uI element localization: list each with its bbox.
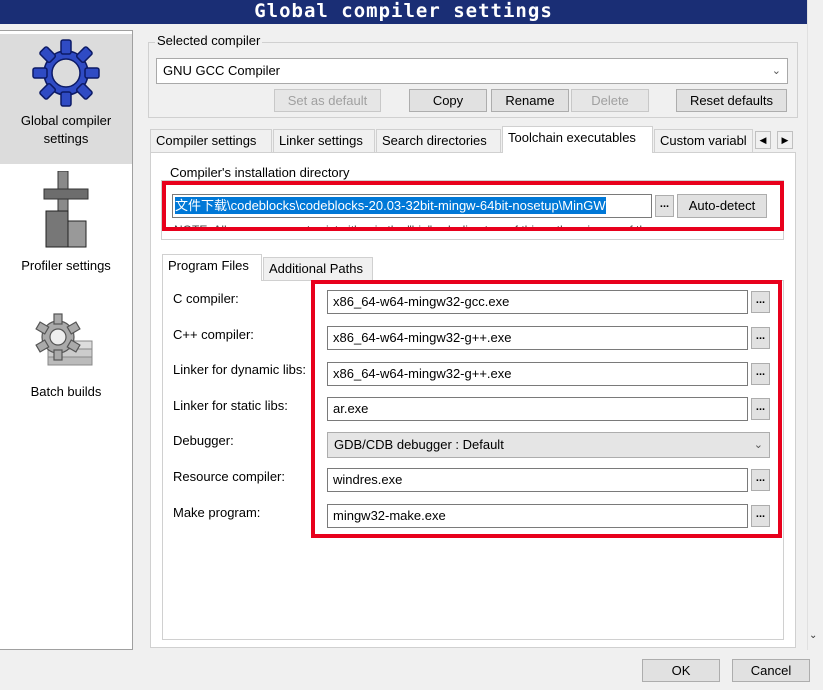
tab-linker-settings[interactable]: Linker settings xyxy=(273,129,375,153)
make-program-browse-button[interactable]: ... xyxy=(751,505,770,527)
sidebar: Global compiler settings Profiler settin… xyxy=(0,30,133,650)
tab-custom-variables[interactable]: Custom variabl xyxy=(654,129,753,153)
static-linker-browse-button[interactable]: ... xyxy=(751,398,770,420)
ok-button[interactable]: OK xyxy=(642,659,720,682)
make-program-input[interactable]: mingw32-make.exe xyxy=(327,504,748,528)
sidebar-item-label: Profiler settings xyxy=(21,258,111,273)
install-dir-note: NOTE: All programs must exist either in … xyxy=(174,223,653,231)
caliper-icon xyxy=(43,171,89,248)
cpp-compiler-input[interactable]: x86_64-w64-mingw32-g++.exe xyxy=(327,326,748,350)
c-compiler-browse-button[interactable]: ... xyxy=(751,291,770,313)
cpp-compiler-label: C++ compiler: xyxy=(173,327,254,342)
debugger-select[interactable]: GDB/CDB debugger : Default ⌄ xyxy=(327,432,770,458)
dynamic-linker-browse-button[interactable]: ... xyxy=(751,363,770,385)
resource-compiler-label: Resource compiler: xyxy=(173,469,285,484)
debugger-select-value: GDB/CDB debugger : Default xyxy=(334,437,504,452)
install-dir-label: Compiler's installation directory xyxy=(168,165,352,180)
install-dir-input[interactable]: 文件下载\codeblocks\codeblocks-20.03-32bit-m… xyxy=(172,194,652,218)
compiler-select[interactable]: GNU GCC Compiler ⌄ xyxy=(156,58,788,84)
c-compiler-label: C compiler: xyxy=(173,291,239,306)
debugger-label: Debugger: xyxy=(173,433,234,448)
sidebar-item-global-compiler-settings[interactable]: Global compiler settings xyxy=(0,34,132,164)
chevron-down-icon: ⌄ xyxy=(753,439,763,451)
tab-program-files[interactable]: Program Files xyxy=(162,254,262,281)
global-compiler-settings-dialog: Global compiler settings Global compiler… xyxy=(0,0,823,690)
window-title: Global compiler settings xyxy=(0,0,807,24)
gear-icon xyxy=(32,39,100,107)
copy-button[interactable]: Copy xyxy=(409,89,487,112)
rename-button[interactable]: Rename xyxy=(491,89,569,112)
c-compiler-input[interactable]: x86_64-w64-mingw32-gcc.exe xyxy=(327,290,748,314)
sidebar-item-label: Batch builds xyxy=(30,384,102,399)
set-as-default-button[interactable]: Set as default xyxy=(274,89,381,112)
tab-additional-paths[interactable]: Additional Paths xyxy=(263,257,373,281)
resource-compiler-input[interactable]: windres.exe xyxy=(327,468,748,492)
sidebar-item-label: Global compiler xyxy=(20,113,112,128)
resource-compiler-browse-button[interactable]: ... xyxy=(751,469,770,491)
tab-toolchain-executables[interactable]: Toolchain executables xyxy=(502,126,653,153)
auto-detect-button[interactable]: Auto-detect xyxy=(677,194,767,218)
install-dir-value: 文件下载\codeblocks\codeblocks-20.03-32bit-m… xyxy=(175,197,606,214)
batch-gear-icon xyxy=(35,313,93,366)
chevron-down-icon: ⌄ xyxy=(771,65,781,77)
sidebar-item-label: settings xyxy=(43,131,89,146)
static-linker-input[interactable]: ar.exe xyxy=(327,397,748,421)
cancel-button[interactable]: Cancel xyxy=(732,659,810,682)
dynamic-linker-input[interactable]: x86_64-w64-mingw32-g++.exe xyxy=(327,362,748,386)
delete-button[interactable]: Delete xyxy=(571,89,649,112)
scroll-down-icon[interactable]: ⌄ xyxy=(809,630,817,641)
make-program-label: Make program: xyxy=(173,505,261,520)
install-dir-browse-button[interactable]: ... xyxy=(655,195,674,217)
vertical-scrollbar[interactable] xyxy=(807,0,823,650)
dynamic-linker-label: Linker for dynamic libs: xyxy=(173,362,306,377)
sidebar-item-batch-builds[interactable]: Batch builds xyxy=(0,311,132,411)
tab-search-directories[interactable]: Search directories xyxy=(376,129,501,153)
tab-scroll-left-icon[interactable]: ◀ xyxy=(755,131,771,149)
tab-compiler-settings[interactable]: Compiler settings xyxy=(150,129,272,153)
static-linker-label: Linker for static libs: xyxy=(173,398,288,413)
tab-scroll-right-icon[interactable]: ▶ xyxy=(777,131,793,149)
sidebar-item-profiler-settings[interactable]: Profiler settings xyxy=(0,171,132,283)
selected-compiler-label: Selected compiler xyxy=(155,33,263,48)
compiler-select-value: GNU GCC Compiler xyxy=(163,63,281,78)
cpp-compiler-browse-button[interactable]: ... xyxy=(751,327,770,349)
reset-defaults-button[interactable]: Reset defaults xyxy=(676,89,787,112)
